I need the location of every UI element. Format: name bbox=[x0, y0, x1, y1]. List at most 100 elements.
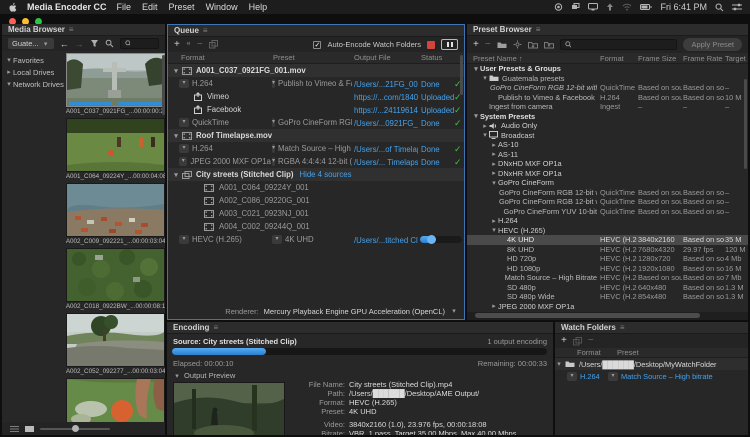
output-format-dropdown[interactable]: ▾ bbox=[179, 118, 189, 127]
tree-caret-icon[interactable]: ▸ bbox=[490, 217, 498, 225]
queue-row[interactable]: A001_C064_09224Y_001 bbox=[168, 181, 464, 194]
tree-caret-icon[interactable]: ▾ bbox=[472, 65, 480, 73]
share-url[interactable]: https://...com/184066142 bbox=[354, 93, 418, 102]
sidebar-item-favorites[interactable]: ▾Favorites bbox=[2, 54, 64, 66]
add-watch-folder-button[interactable]: + bbox=[561, 336, 567, 346]
sidebar-item-local-drives[interactable]: ▸Local Drives bbox=[2, 66, 64, 78]
menubar-clock[interactable]: Fri 6:41 PM bbox=[660, 2, 707, 12]
list-view-icon[interactable] bbox=[10, 425, 19, 433]
preset-row[interactable]: SD 480p WideHEVC (H.265)854x480Based on … bbox=[467, 292, 748, 302]
queue-row[interactable]: ▾City streets (Stitched Clip)Hide 4 sour… bbox=[168, 168, 464, 181]
output-file-path[interactable]: /Users/...titched Clip).mp4 bbox=[354, 236, 418, 245]
wifi-icon[interactable] bbox=[622, 3, 632, 11]
location-dropdown[interactable]: Guate...▾ bbox=[8, 38, 54, 49]
output-preset-cell[interactable]: ▾GoPro CineForm RGB 12... bbox=[272, 116, 352, 129]
preset-settings-icon[interactable] bbox=[513, 40, 522, 49]
media-clip-thumbnail[interactable]: A001_C064_09224Y_...00:00:04:08 bbox=[66, 118, 165, 181]
preset-row[interactable]: ▾User Presets & Groups bbox=[467, 64, 748, 74]
panel-menu-icon[interactable]: ≡ bbox=[536, 25, 541, 34]
preset-row[interactable]: ▸H.264 bbox=[467, 216, 748, 226]
queue-row[interactable]: ▾QuickTime▾GoPro CineForm RGB 12.../User… bbox=[168, 116, 464, 129]
tree-caret-icon[interactable]: ▾ bbox=[490, 226, 498, 234]
column-preset-name[interactable]: Preset Name ↑ bbox=[473, 54, 523, 63]
menubar-item-help[interactable]: Help bbox=[249, 2, 268, 12]
media-search-input[interactable] bbox=[133, 39, 154, 48]
column-format[interactable]: Format bbox=[577, 348, 601, 357]
thumbnail-view-icon[interactable] bbox=[25, 425, 34, 433]
queue-row[interactable]: Vimeohttps://...com/184066142Uploaded✓ bbox=[168, 90, 464, 103]
clip-scrub-bar[interactable] bbox=[69, 102, 162, 105]
tree-caret-icon[interactable]: ▸ bbox=[490, 150, 498, 158]
preset-row[interactable]: ▸AS-11 bbox=[467, 150, 748, 160]
duplicate-icon[interactable] bbox=[209, 40, 218, 49]
output-preset-cell[interactable]: ▾RGBA 4:4:4:4 12-bit (BC... bbox=[272, 155, 352, 168]
output-preset-cell[interactable]: ▾Publish to Vimeo & Face... bbox=[272, 77, 352, 90]
output-file-path[interactable]: /Users/...of Timelapse.mp4 bbox=[354, 145, 418, 154]
preset-row[interactable]: Publish to Vimeo & FacebookH.264Based on… bbox=[467, 93, 748, 103]
tree-caret-icon[interactable]: ▸ bbox=[490, 302, 498, 310]
battery-icon[interactable] bbox=[640, 4, 652, 11]
tree-caret-icon[interactable]: ▾ bbox=[172, 132, 180, 140]
watch-folder-row[interactable]: ▾/Users/██████/Desktop/MyWatchFolder bbox=[555, 358, 748, 370]
preset-row[interactable]: Match Source – High BitrateHEVC (H.265)B… bbox=[467, 273, 748, 283]
queue-row[interactable]: ▾HEVC (H.265)▾4K UHD/Users/...titched Cl… bbox=[168, 233, 464, 246]
output-format-dropdown[interactable]: ▾ bbox=[272, 235, 282, 244]
output-preset-cell[interactable]: ▾Match Source – High bitr... bbox=[272, 142, 352, 155]
pause-queue-button[interactable] bbox=[441, 39, 458, 50]
menubar-item-window[interactable]: Window bbox=[206, 2, 238, 12]
panel-menu-icon[interactable]: ≡ bbox=[203, 26, 208, 35]
display-icon[interactable] bbox=[588, 3, 598, 11]
tree-caret-icon[interactable]: ▾ bbox=[555, 360, 563, 368]
tree-caret-icon[interactable]: ▾ bbox=[5, 80, 13, 88]
preset-row[interactable]: 8K UHDHEVC (H.265)7680x432029.97 fps120 … bbox=[467, 245, 748, 255]
tree-caret-icon[interactable]: ▾ bbox=[172, 171, 180, 179]
preset-row[interactable]: ▸AS-10 bbox=[467, 140, 748, 150]
tree-caret-icon[interactable]: ▾ bbox=[472, 112, 480, 120]
hide-sources-link[interactable]: Hide 4 sources bbox=[299, 170, 351, 179]
apply-preset-button[interactable]: Apply Preset bbox=[683, 38, 742, 51]
tree-caret-icon[interactable]: ▸ bbox=[490, 160, 498, 168]
duplicate-icon[interactable] bbox=[573, 337, 582, 346]
preset-row[interactable]: 4K UHDHEVC (H.265)3840x2160Based on sour… bbox=[467, 235, 748, 245]
media-clip-thumbnail[interactable]: A001_C037_0921FG_...00:00:00:20 bbox=[66, 53, 165, 116]
media-clip-thumbnail[interactable]: A002_C052_092277_...00:00:03:04 bbox=[66, 313, 165, 376]
tree-caret-icon[interactable]: ▾ bbox=[481, 74, 489, 82]
preset-row[interactable]: ▸DNxHD MXF OP1a bbox=[467, 159, 748, 169]
column-status[interactable]: Status bbox=[421, 53, 442, 62]
menubar-item-edit[interactable]: Edit bbox=[142, 2, 158, 12]
output-format-dropdown[interactable]: ▾ bbox=[179, 79, 189, 88]
output-format-cell[interactable]: ▾H.264 bbox=[179, 142, 271, 155]
stop-queue-button[interactable] bbox=[427, 41, 435, 49]
tree-caret-icon[interactable]: ▾ bbox=[481, 131, 489, 139]
media-browser-scrollbar[interactable] bbox=[162, 55, 165, 115]
output-format-dropdown[interactable]: ▾ bbox=[179, 144, 189, 153]
queue-scrollbar[interactable] bbox=[460, 55, 463, 95]
preset-row[interactable]: ▾GoPro CineForm bbox=[467, 178, 748, 188]
preset-row[interactable]: SD 480pHEVC (H.265)640x480Based on sourc… bbox=[467, 283, 748, 293]
share-url[interactable]: https://...24119614602283 bbox=[354, 106, 418, 115]
output-format-dropdown[interactable]: ▾ bbox=[272, 144, 275, 153]
output-format-dropdown[interactable]: ▾ bbox=[272, 79, 275, 88]
output-format-dropdown[interactable]: ▾ bbox=[272, 157, 275, 166]
forward-button[interactable]: → bbox=[75, 39, 84, 49]
thumbnail-size-slider[interactable] bbox=[40, 428, 110, 430]
hscrollbar-thumb[interactable] bbox=[475, 313, 700, 318]
preset-row[interactable]: ▾Broadcast bbox=[467, 131, 748, 141]
preset-row[interactable]: HD 720pHEVC (H.265)1280x720Based on sour… bbox=[467, 254, 748, 264]
queue-title[interactable]: Queue bbox=[174, 26, 199, 35]
output-file-path[interactable]: /Users/... Timelapse_1.mxf bbox=[354, 158, 418, 167]
column-frame-rate[interactable]: Frame Rate bbox=[683, 54, 723, 63]
menubar-item-preset[interactable]: Preset bbox=[169, 2, 195, 12]
tree-caret-icon[interactable]: ▾ bbox=[490, 179, 498, 187]
panel-menu-icon[interactable]: ≡ bbox=[213, 323, 218, 332]
watch-folders-title[interactable]: Watch Folders bbox=[561, 323, 616, 332]
encoding-title[interactable]: Encoding bbox=[173, 323, 209, 332]
panel-menu-icon[interactable]: ≡ bbox=[620, 323, 625, 332]
delete-preset-button[interactable]: − bbox=[485, 40, 491, 50]
preset-row[interactable]: ▸DNxHR MXF OP1a bbox=[467, 169, 748, 179]
remove-watch-folder-button[interactable]: − bbox=[588, 336, 594, 346]
preset-row[interactable]: HD 1080pHEVC (H.265)1920x1080Based on so… bbox=[467, 264, 748, 274]
output-file-path[interactable]: /Users/...0921FG_001.mov bbox=[354, 119, 418, 128]
preset-row[interactable]: GoPro CineForm RGB 12-bit with alphaQuic… bbox=[467, 188, 748, 198]
output-format-cell[interactable]: ▾JPEG 2000 MXF OP1a bbox=[179, 155, 271, 168]
